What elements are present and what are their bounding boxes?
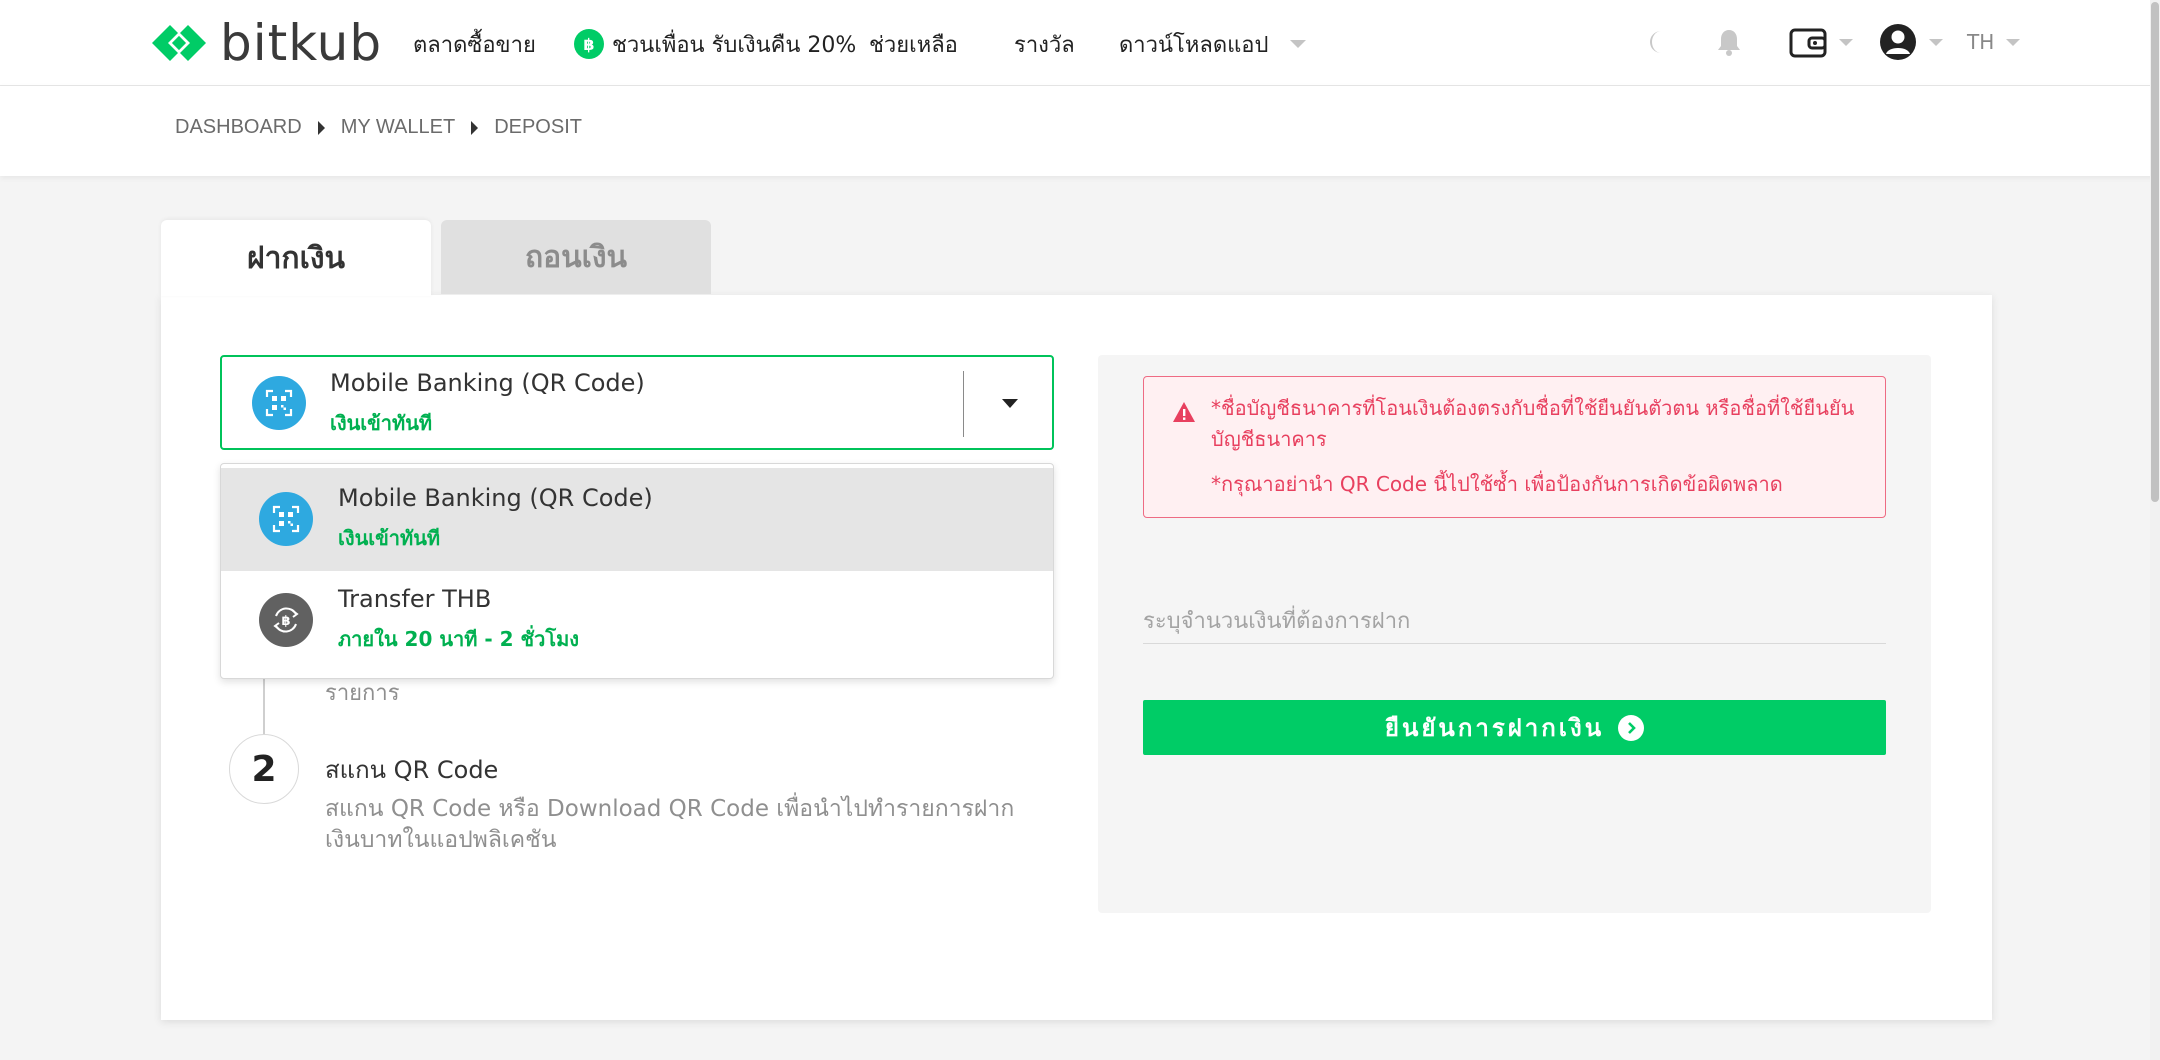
selected-method-subtitle: เงินเข้าทันที (330, 411, 433, 435)
bitkub-logo[interactable]: bitkub (148, 16, 382, 70)
chevron-down-icon (1929, 38, 1943, 46)
qr-code-icon (259, 492, 313, 546)
nav-referral[interactable]: ฿ ชวนเพื่อน รับเงินคืน 20% (574, 28, 856, 60)
page-scrollbar[interactable] (2150, 0, 2160, 1060)
nav-rewards[interactable]: รางวัล (1014, 28, 1075, 60)
moon-icon (1650, 31, 1661, 53)
nav-help-label: ช่วยเหลือ (869, 32, 958, 58)
breadcrumb-bar: DASHBOARD MY WALLET DEPOSIT (0, 86, 2160, 176)
breadcrumb-deposit[interactable]: DEPOSIT (494, 116, 582, 139)
option-subtitle: ภายใน 20 นาที - 2 ชั่วโมง (338, 627, 580, 651)
dropdown-option-mobile-banking[interactable]: Mobile Banking (QR Code) เงินเข้าทันที (221, 468, 1053, 571)
bitkub-logo-icon (152, 25, 206, 61)
chevron-down-icon (1290, 40, 1307, 48)
wallet-icon (1789, 28, 1827, 58)
alert-line-2: บัญชีธนาคาร (1211, 427, 1327, 451)
breadcrumb: DASHBOARD MY WALLET DEPOSIT (175, 116, 582, 139)
breadcrumb-my-wallet[interactable]: MY WALLET (341, 116, 455, 139)
svg-text:฿: ฿ (281, 614, 290, 629)
step-1-description-tail: รายการ (325, 681, 400, 706)
step-2-number: 2 (229, 734, 299, 804)
alert-line-1: *ชื่อบัญชีธนาคารที่โอนเงินต้องตรงกับชื่อ… (1211, 396, 1855, 420)
top-navigation-bar: bitkub ตลาดซื้อขาย ฿ ชวนเพื่อน รับเงินคื… (0, 0, 2160, 86)
nav-market-label: ตลาดซื้อขาย (413, 32, 536, 58)
arrow-right-circle-icon (1618, 714, 1645, 741)
step-2-title: สแกน QR Code (325, 756, 499, 784)
nav-rewards-label: รางวัล (1014, 32, 1075, 58)
profile-menu[interactable] (1879, 22, 1943, 62)
bell-icon (1718, 30, 1740, 56)
nav-help[interactable]: ช่วยเหลือ (869, 28, 958, 60)
warning-alert: *ชื่อบัญชีธนาคารที่โอนเงินต้องตรงกับชื่อ… (1143, 376, 1886, 518)
nav-referral-label: ชวนเพื่อน รับเงินคืน 20% (612, 32, 857, 58)
caret-down-icon[interactable] (1002, 399, 1018, 408)
tab-deposit[interactable]: ฝากเงิน (161, 220, 431, 296)
caret-right-icon (471, 120, 479, 135)
scrollbar-thumb[interactable] (2151, 2, 2159, 502)
nav-download-app[interactable]: ดาวน์โหลดแอป (1119, 28, 1307, 60)
dark-mode-toggle[interactable] (1643, 22, 1671, 62)
option-title: Mobile Banking (QR Code) (338, 484, 653, 512)
deposit-method-select[interactable]: Mobile Banking (QR Code) เงินเข้าทันที (220, 355, 1054, 450)
nav-download-label: ดาวน์โหลดแอป (1119, 32, 1269, 58)
confirm-deposit-label: ยืนยันการฝากเงิน (1384, 714, 1605, 742)
warning-triangle-icon (1173, 402, 1195, 422)
language-label: TH (1967, 30, 1995, 54)
confirm-deposit-button[interactable]: ยืนยันการฝากเงิน (1143, 700, 1886, 755)
notifications-button[interactable] (1716, 22, 1742, 62)
chevron-down-icon (1839, 38, 1853, 46)
wallet-menu[interactable] (1789, 22, 1853, 62)
qr-code-icon (252, 376, 306, 430)
option-title: Transfer THB (338, 585, 492, 613)
deposit-amount-input[interactable] (1143, 600, 1886, 644)
breadcrumb-dashboard[interactable]: DASHBOARD (175, 116, 302, 139)
selected-method-title: Mobile Banking (QR Code) (330, 369, 645, 397)
user-avatar-icon (1880, 24, 1916, 60)
deposit-method-dropdown: Mobile Banking (QR Code) เงินเข้าทันที ฿… (220, 463, 1054, 679)
logo-wordmark: bitkub (220, 14, 383, 72)
caret-right-icon (317, 120, 325, 135)
option-subtitle: เงินเข้าทันที (338, 526, 441, 550)
language-selector[interactable]: TH (1967, 22, 2021, 62)
baht-transfer-icon: ฿ (259, 593, 313, 647)
step-2-description: สแกน QR Code หรือ Download QR Code เพื่อ… (325, 796, 1015, 853)
chevron-down-icon (2006, 38, 2021, 46)
select-divider (963, 371, 964, 437)
alert-line-3: *กรุณาอย่านำ QR Code นี้ไปใช้ซ้ำ เพื่อป้… (1211, 472, 1783, 496)
coin-icon: ฿ (574, 29, 604, 59)
nav-market[interactable]: ตลาดซื้อขาย (413, 28, 536, 60)
dropdown-option-transfer-thb[interactable]: ฿ Transfer THB ภายใน 20 นาที - 2 ชั่วโมง (221, 571, 1053, 675)
tab-withdraw[interactable]: ถอนเงิน (441, 220, 711, 294)
